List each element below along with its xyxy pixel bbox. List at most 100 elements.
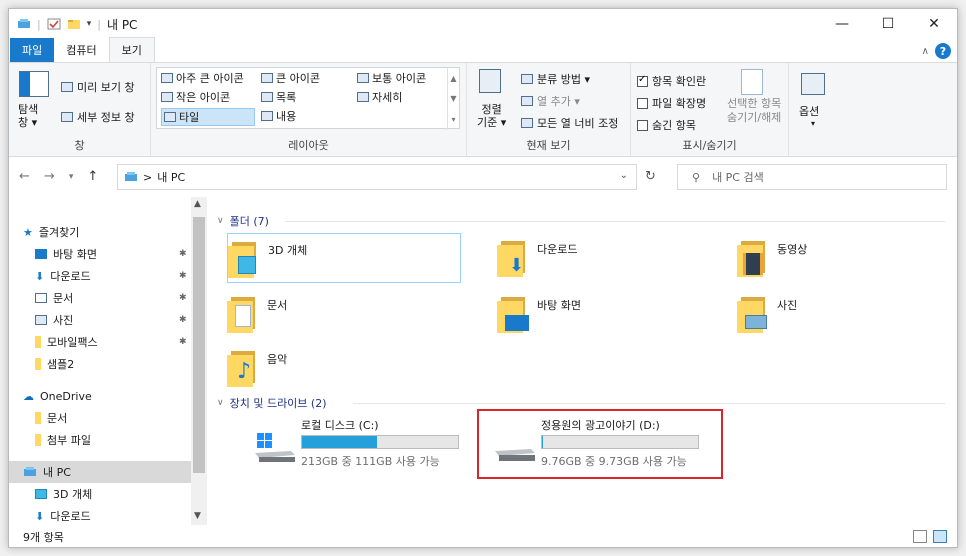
layout-extra-large-icons[interactable]: 아주 큰 아이콘 [161,70,244,86]
pin-icon[interactable]: ✱ [179,271,187,281]
gallery-expand-icon[interactable]: ▾ [451,115,455,124]
ribbon-collapse-icon[interactable]: ∧ [922,46,929,57]
up-icon[interactable]: ↑ [87,169,98,184]
minimize-button[interactable]: — [819,9,865,39]
document-icon [35,293,47,303]
options-button[interactable]: 옵션 [799,103,819,119]
scroll-up-icon[interactable]: ▲ [450,74,456,83]
quick-access-toolbar-dropdown-icon[interactable]: ▾ [87,19,92,29]
layout-label: 큰 아이콘 [276,72,320,85]
breadcrumb[interactable]: 내 PC [157,169,185,185]
add-columns-label: 열 추가 ▾ [537,95,580,108]
collapse-chevron-icon[interactable]: ∨ [217,398,224,408]
nav-label: 모바일팩스 [47,336,98,349]
large-icons-view-icon[interactable] [933,530,947,543]
pin-icon[interactable]: ✱ [179,337,187,347]
drives-section-header[interactable]: ∨ 장치 및 드라이브 (2) [217,395,327,411]
nav-item-downloads[interactable]: ⬇ 다운로드 ✱ [9,265,191,287]
hide-selected-button[interactable]: 선택한 항목 숨기기/해제 [727,97,781,125]
explorer-window: | ▾ | 내 PC — ☐ ✕ 파일 컴퓨터 보기 ∧ ? 탐색 창 ▾ 미리… [8,8,958,548]
layout-tiles[interactable]: 타일 [161,108,255,126]
close-button[interactable]: ✕ [911,9,957,39]
address-dropdown-icon[interactable]: ⌄ [620,170,628,181]
details-pane-button[interactable]: 세부 정보 창 [61,109,135,125]
highlight-box [477,409,723,479]
layout-large-icons[interactable]: 큰 아이콘 [261,70,320,86]
properties-check-icon[interactable] [47,18,61,30]
options-group: 옵션 ▾ [789,63,839,157]
pin-icon[interactable]: ✱ [179,249,187,259]
nav-item-sample2[interactable]: 샘플2 [9,353,191,375]
navigation-pane-button[interactable]: 탐색 창 ▾ [18,103,38,129]
add-columns-button[interactable]: 열 추가 ▾ [521,93,580,109]
forward-icon[interactable]: → [44,169,55,184]
folder-label: 3D 개체 [268,244,308,257]
tab-computer[interactable]: 컴퓨터 [54,38,108,62]
drive-name: 로컬 디스크 (C:) [301,419,379,432]
search-input[interactable]: ⚲ 내 PC 검색 [677,164,947,190]
pin-icon[interactable]: ✱ [179,315,187,325]
group-by-button[interactable]: 분류 방법 ▾ [521,71,590,87]
nav-item-onedrive[interactable]: ☁ OneDrive [9,385,191,407]
hidden-items-toggle[interactable]: 숨긴 항목 [637,117,696,133]
folder-downloads[interactable]: ⬇ 다운로드 [497,233,697,283]
nav-item-documents[interactable]: 문서 ✱ [9,287,191,309]
layout-list[interactable]: 목록 [261,89,296,105]
refresh-icon[interactable]: ↻ [645,169,656,184]
layout-label: 목록 [276,91,297,104]
folders-section-header[interactable]: ∨ 폴더 (7) [217,213,269,229]
new-folder-icon[interactable] [67,18,81,30]
item-checkboxes-toggle[interactable]: 항목 확인란 [637,73,706,89]
folder-videos[interactable]: 동영상 [737,233,937,283]
nav-scrollbar[interactable]: ▲ ▼ [191,197,207,525]
file-extensions-toggle[interactable]: 파일 확장명 [637,95,706,111]
nav-item-attachments[interactable]: 첨부 파일 [9,429,191,451]
breadcrumb-separator[interactable]: > [143,171,152,184]
options-dropdown-icon[interactable]: ▾ [811,119,815,128]
large-icons-icon [261,73,273,83]
folder-pictures[interactable]: 사진 [737,289,937,339]
nav-item-3d-objects[interactable]: 3D 개체 [9,483,191,505]
scroll-down-icon[interactable]: ▼ [450,94,456,103]
layout-small-icons[interactable]: 작은 아이콘 [161,89,230,105]
scroll-up-icon[interactable]: ▲ [194,199,201,209]
nav-item-onedrive-documents[interactable]: 문서 [9,407,191,429]
folder-desktop[interactable]: 바탕 화면 [497,289,697,339]
nav-item-desktop[interactable]: 바탕 화면 ✱ [9,243,191,265]
nav-item-pictures[interactable]: 사진 ✱ [9,309,191,331]
nav-item-mobilefax[interactable]: 모바일팩스 ✱ [9,331,191,353]
nav-item-downloads-pc[interactable]: ⬇ 다운로드 [9,505,191,527]
scrollbar-thumb[interactable] [193,217,205,473]
layout-medium-icons[interactable]: 보통 아이콘 [357,70,426,86]
collapse-chevron-icon[interactable]: ∨ [217,216,224,226]
details-view-icon[interactable] [913,530,927,543]
folder-3d-objects[interactable]: 3D 개체 [227,233,461,283]
address-bar[interactable]: > 내 PC ⌄ [117,164,637,190]
back-icon[interactable]: ← [19,169,30,184]
pin-icon[interactable]: ✱ [179,293,187,303]
preview-pane-icon [61,82,73,92]
drive-c[interactable]: 로컬 디스크 (C:) 213GB 중 111GB 사용 가능 [255,415,467,475]
search-placeholder: 내 PC 검색 [712,171,764,184]
quick-access-item[interactable]: ★ 즐겨찾기 [9,221,191,243]
tab-view[interactable]: 보기 [108,37,155,62]
layout-details[interactable]: 자세히 [357,89,402,105]
ribbon: 탐색 창 ▾ 미리 보기 창 세부 정보 창 창 레이아웃 아주 큰 아이콘 큰… [9,63,957,157]
layout-label: 아주 큰 아이콘 [176,72,244,85]
nav-item-this-pc[interactable]: 내 PC [9,461,191,483]
folder-documents[interactable]: 문서 [227,289,427,339]
preview-pane-button[interactable]: 미리 보기 창 [61,79,135,95]
recent-locations-icon[interactable]: ▾ [69,172,74,184]
layout-gallery-scroll[interactable]: ▲ ▼ ▾ [447,68,459,130]
sort-by-button[interactable]: 정렬 기준 ▾ [477,103,506,129]
scroll-down-icon[interactable]: ▼ [194,511,201,521]
size-all-columns-button[interactable]: 모든 열 너비 조정 [521,115,618,131]
layout-content[interactable]: 내용 [261,108,296,124]
maximize-button[interactable]: ☐ [865,9,911,39]
section-title: 장치 및 드라이브 (2) [229,397,327,410]
folder-icon [35,412,41,424]
help-icon[interactable]: ? [935,43,951,59]
tab-file[interactable]: 파일 [10,38,55,62]
folder-music[interactable]: ♪ 음악 [227,343,427,393]
preview-pane-label: 미리 보기 창 [77,81,135,94]
